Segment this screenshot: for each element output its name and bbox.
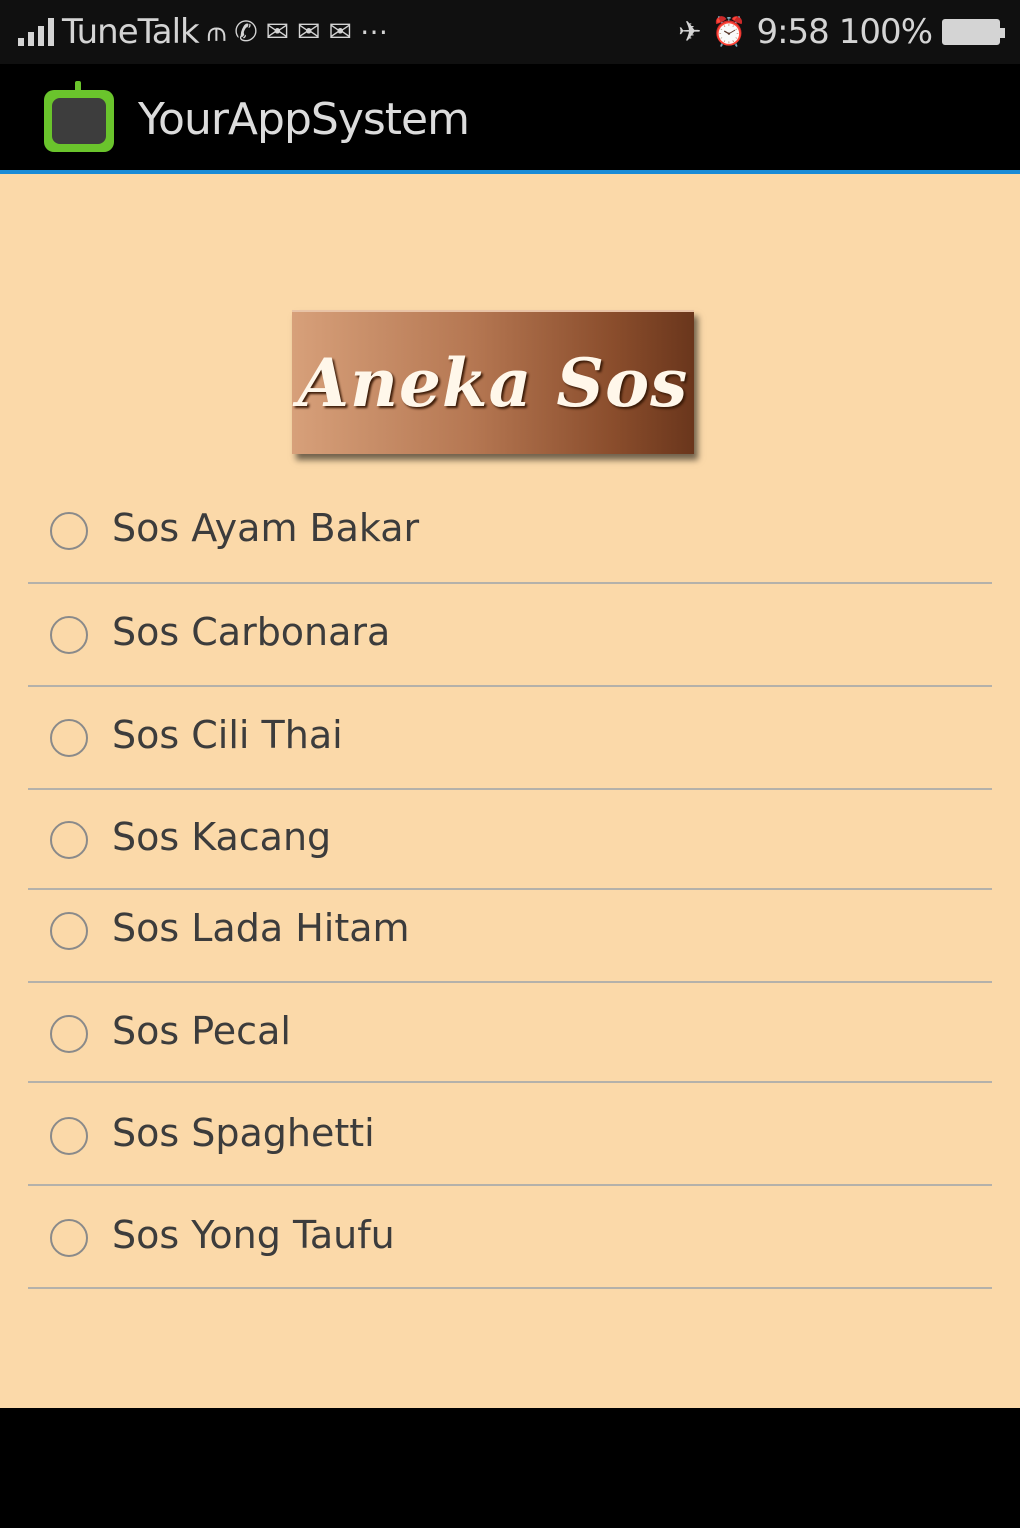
gmail-icon: ✉ bbox=[328, 15, 353, 48]
radio-option-cili-thai[interactable]: Sos Cili Thai bbox=[28, 687, 992, 790]
radio-label[interactable]: Sos Pecal bbox=[112, 1009, 291, 1053]
radio-option-yong-taufu[interactable]: Sos Yong Taufu bbox=[28, 1186, 992, 1289]
wifi-icon: ⫙ bbox=[206, 15, 227, 48]
radio-label[interactable]: Sos Spaghetti bbox=[112, 1111, 375, 1155]
clock: 9:58 bbox=[756, 12, 829, 52]
radio-label[interactable]: Sos Cili Thai bbox=[112, 713, 343, 757]
alarm-icon: ⏰ bbox=[711, 15, 747, 48]
mail-icon: ✉ bbox=[297, 15, 321, 48]
action-bar: YourAppSystem bbox=[0, 64, 1020, 174]
radio-label[interactable]: Sos Lada Hitam bbox=[112, 906, 410, 950]
radio-button[interactable] bbox=[50, 1117, 88, 1155]
app-title: YourAppSystem bbox=[138, 94, 470, 145]
mail-icon: ✉ bbox=[265, 15, 290, 48]
more-dots-icon: ⋯ bbox=[360, 15, 389, 48]
radio-button[interactable] bbox=[50, 719, 88, 757]
radio-option-lada-hitam[interactable]: Sos Lada Hitam bbox=[28, 890, 992, 983]
radio-option-carbonara[interactable]: Sos Carbonara bbox=[28, 584, 992, 687]
radio-label[interactable]: Sos Carbonara bbox=[112, 610, 390, 654]
radio-label[interactable]: Sos Kacang bbox=[112, 815, 331, 859]
android-app-icon[interactable] bbox=[44, 81, 114, 152]
radio-option-ayam-bakar[interactable]: Sos Ayam Bakar bbox=[28, 478, 992, 584]
radio-button[interactable] bbox=[50, 512, 88, 550]
radio-button[interactable] bbox=[50, 616, 88, 654]
airplane-mute-icon: ✈ bbox=[678, 15, 702, 48]
radio-option-kacang[interactable]: Sos Kacang bbox=[28, 790, 992, 890]
battery-percent: 100% bbox=[838, 12, 933, 52]
radio-label[interactable]: Sos Yong Taufu bbox=[112, 1213, 395, 1257]
main-content: Aneka Sos Sos Ayam Bakar Sos Carbonara S… bbox=[0, 174, 1020, 1408]
battery-icon bbox=[942, 19, 1005, 45]
status-bar-left: TuneTalk ⫙ ✆ ✉ ✉ ✉ ⋯ bbox=[18, 8, 388, 56]
aneka-sos-banner: Aneka Sos bbox=[292, 310, 694, 454]
radio-option-pecal[interactable]: Sos Pecal bbox=[28, 983, 992, 1083]
radio-button[interactable] bbox=[50, 1219, 88, 1257]
radio-option-spaghetti[interactable]: Sos Spaghetti bbox=[28, 1083, 992, 1186]
whatsapp-icon: ✆ bbox=[234, 15, 258, 48]
sauce-radio-group: Sos Ayam Bakar Sos Carbonara Sos Cili Th… bbox=[28, 478, 992, 1289]
radio-button[interactable] bbox=[50, 1015, 88, 1053]
radio-button[interactable] bbox=[50, 912, 88, 950]
banner-title: Aneka Sos bbox=[297, 344, 689, 422]
status-bar-right: ✈ ⏰ 9:58 100% bbox=[678, 8, 1005, 56]
status-bar: TuneTalk ⫙ ✆ ✉ ✉ ✉ ⋯ ✈ ⏰ 9:58 100% bbox=[0, 0, 1020, 64]
radio-label[interactable]: Sos Ayam Bakar bbox=[112, 506, 419, 550]
navigation-bar bbox=[0, 1408, 1020, 1528]
radio-button[interactable] bbox=[50, 821, 88, 859]
signal-strength-icon bbox=[18, 18, 54, 46]
carrier-name: TuneTalk bbox=[62, 12, 200, 52]
